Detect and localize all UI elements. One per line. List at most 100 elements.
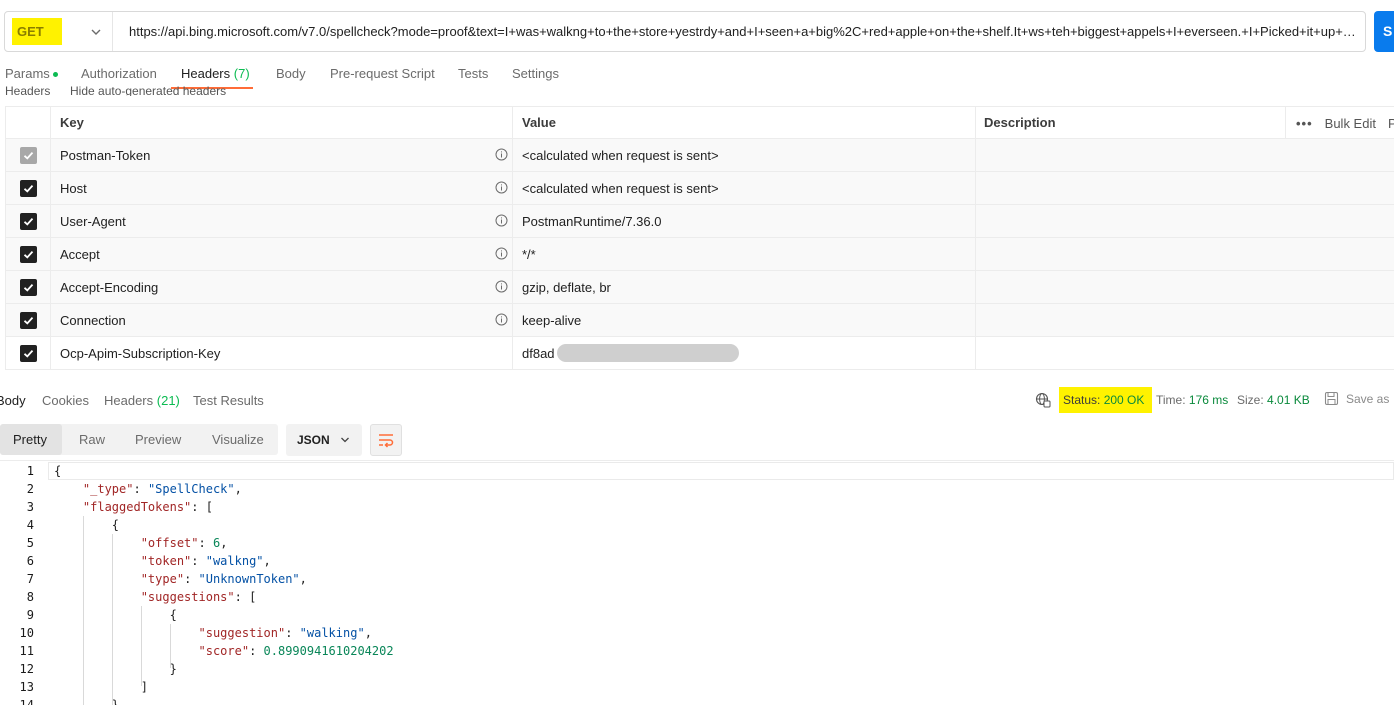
info-icon[interactable] [495, 148, 508, 161]
status-value: 200 OK [1103, 393, 1145, 407]
language-select-label: JSON [297, 433, 330, 447]
info-icon[interactable] [495, 247, 508, 260]
header-description [976, 172, 1394, 204]
code-text: { [54, 518, 120, 532]
presets-link[interactable]: P [1388, 116, 1394, 131]
tab-params[interactable]: Params [5, 66, 58, 81]
table-row: Ocp-Apim-Subscription-Key df8ad [5, 337, 1394, 370]
tab-params-label: Params [5, 66, 50, 81]
save-as-button[interactable]: Save as [1346, 392, 1389, 406]
header-value[interactable]: df8ad [513, 337, 976, 369]
header-value: gzip, deflate, br [513, 271, 976, 303]
bulk-edit-link[interactable]: Bulk Edit [1325, 116, 1376, 131]
more-options-icon[interactable]: ••• [1296, 116, 1313, 131]
header-key-text: Ocp-Apim-Subscription-Key [60, 345, 221, 361]
line-number: 14 [19, 698, 34, 705]
header-description[interactable] [976, 337, 1394, 369]
code-text: "_type": "SpellCheck", [82, 482, 242, 496]
header-description [976, 139, 1394, 171]
status-badge[interactable]: Status: 200 OK [1063, 393, 1144, 407]
tab-response-cookies[interactable]: Cookies [42, 393, 89, 408]
line-number: 6 [26, 554, 34, 568]
tab-response-body[interactable]: Body [0, 393, 26, 408]
table-row: Postman-Token <calculated when request i… [5, 139, 1394, 172]
tab-settings[interactable]: Settings [512, 66, 559, 81]
code-line: 10 "suggestion": "walking", [0, 624, 1394, 642]
header-value: */* [513, 238, 976, 270]
table-row-empty [5, 370, 1394, 384]
table-row: Host <calculated when request is sent> [5, 172, 1394, 205]
header-description [976, 238, 1394, 270]
header-key: Host [51, 172, 513, 204]
row-checkbox[interactable] [19, 212, 37, 230]
save-icon[interactable] [1324, 391, 1339, 406]
size-value: 4.01 KB [1267, 393, 1310, 407]
header-value: <calculated when request is sent> [513, 172, 976, 204]
tab-response-headers[interactable]: Headers (21) [104, 393, 180, 408]
tab-pre-request-script[interactable]: Pre-request Script [330, 66, 435, 81]
format-raw[interactable]: Raw [66, 424, 118, 455]
header-value: PostmanRuntime/7.36.0 [513, 205, 976, 237]
line-number: 12 [19, 662, 34, 676]
response-bar: Body Cookies Headers (21) Test Results S… [0, 387, 1394, 413]
response-body-editor[interactable]: 1{2 "_type": "SpellCheck", 3 "flaggedToke… [0, 460, 1394, 705]
language-select[interactable]: JSON [286, 424, 362, 456]
header-value: keep-alive [513, 304, 976, 336]
tab-test-results[interactable]: Test Results [193, 393, 264, 408]
line-number: 5 [26, 536, 34, 550]
bulk-actions: ••• Bulk Edit P [1285, 107, 1394, 140]
response-size[interactable]: Size: 4.01 KB [1237, 393, 1310, 407]
code-text: ] [54, 680, 148, 694]
tab-authorization[interactable]: Authorization [81, 66, 157, 81]
table-row: Accept-Encoding gzip, deflate, br [5, 271, 1394, 304]
row-checkbox[interactable] [19, 245, 37, 263]
code-text: { [54, 608, 177, 622]
line-number: 11 [19, 644, 34, 658]
format-preview[interactable]: Preview [122, 424, 194, 455]
globe-icon[interactable] [1035, 392, 1051, 408]
method-label: GET [17, 24, 44, 39]
row-checkbox[interactable] [19, 278, 37, 296]
code-text: } [54, 662, 177, 676]
hide-auto-generated-toggle[interactable]: Hide auto-generated headers [70, 84, 226, 96]
format-visualize[interactable]: Visualize [199, 424, 277, 455]
header-description [976, 271, 1394, 303]
code-text: { [54, 464, 62, 478]
code-line: 11 "score": 0.8990941610204202 [0, 642, 1394, 660]
header-check-column [5, 107, 51, 138]
header-key-text: Connection [60, 312, 126, 328]
tab-response-headers-label: Headers [104, 393, 154, 408]
headers-section-label: Headers [5, 84, 51, 96]
response-time[interactable]: Time: 176 ms [1156, 393, 1228, 407]
time-value: 176 ms [1188, 393, 1229, 407]
row-checkbox[interactable] [19, 146, 37, 164]
format-pretty[interactable]: Pretty [0, 424, 62, 455]
redacted-value [556, 344, 739, 362]
header-key[interactable]: Ocp-Apim-Subscription-Key [51, 337, 513, 369]
info-icon[interactable] [495, 313, 508, 326]
line-number: 7 [26, 572, 34, 586]
row-checkbox[interactable] [19, 179, 37, 197]
url-bar: GET https://api.bing.microsoft.com/v7.0/… [4, 11, 1366, 52]
row-checkbox-cell [5, 238, 51, 270]
row-checkbox-cell [5, 172, 51, 204]
info-icon[interactable] [495, 280, 508, 293]
code-line: 3 "flaggedTokens": [ [0, 498, 1394, 516]
tab-body[interactable]: Body [276, 66, 306, 81]
row-checkbox-cell [5, 337, 51, 369]
row-checkbox[interactable] [19, 311, 37, 329]
code-text: "type": "UnknownToken", [140, 572, 307, 586]
header-key: Accept [51, 238, 513, 270]
url-input[interactable]: https://api.bing.microsoft.com/v7.0/spel… [129, 24, 1365, 39]
tab-headers-label: Headers [181, 66, 231, 81]
tab-tests[interactable]: Tests [458, 66, 488, 81]
info-icon[interactable] [495, 181, 508, 194]
method-select[interactable]: GET [5, 12, 113, 51]
code-line: 1{ [0, 462, 1394, 480]
code-text: }, [54, 698, 127, 705]
info-icon[interactable] [495, 214, 508, 227]
wrap-lines-button[interactable] [370, 424, 402, 456]
tab-headers[interactable]: Headers (7) [181, 66, 250, 81]
row-checkbox[interactable] [19, 344, 37, 362]
send-button[interactable]: S [1374, 11, 1394, 52]
